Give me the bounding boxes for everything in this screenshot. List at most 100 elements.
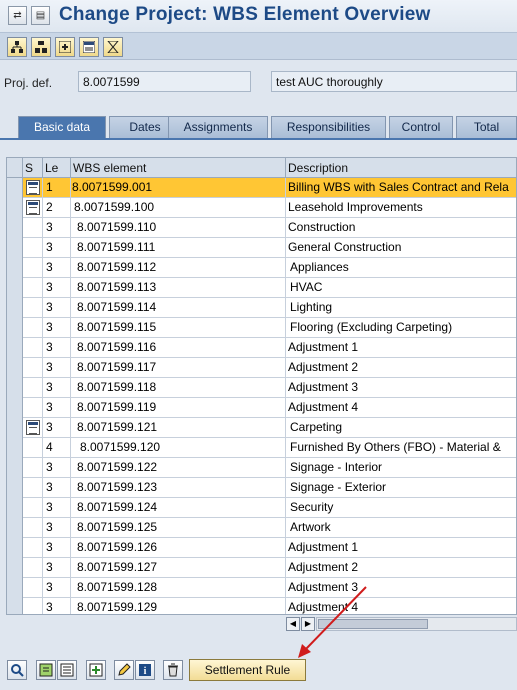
- details-icon[interactable]: [79, 37, 99, 57]
- table-row[interactable]: 3 8.0071599.110 Construction: [7, 218, 516, 238]
- table-row[interactable]: 3 8.0071599.124 Security: [7, 498, 516, 518]
- tab-assignments[interactable]: Assignments: [168, 116, 268, 138]
- row-selector[interactable]: [7, 558, 23, 578]
- description-cell[interactable]: Adjustment 3: [286, 378, 516, 398]
- proj-def-field[interactable]: 8.0071599: [78, 71, 251, 92]
- wbs-element-cell[interactable]: 8.0071599.122: [71, 458, 286, 478]
- row-selector[interactable]: [7, 258, 23, 278]
- row-selector[interactable]: [7, 478, 23, 498]
- description-cell[interactable]: Signage - Interior: [286, 458, 516, 478]
- description-cell[interactable]: Signage - Exterior: [286, 478, 516, 498]
- row-selector[interactable]: [7, 458, 23, 478]
- horizontal-scrollbar[interactable]: ◀ ▶: [286, 617, 517, 631]
- wbs-element-cell[interactable]: 8.0071599.114: [71, 298, 286, 318]
- description-cell[interactable]: HVAC: [286, 278, 516, 298]
- table-row[interactable]: 3 8.0071599.125 Artwork: [7, 518, 516, 538]
- row-selector[interactable]: [7, 338, 23, 358]
- table-row[interactable]: 3 8.0071599.127 Adjustment 2: [7, 558, 516, 578]
- description-cell[interactable]: Flooring (Excluding Carpeting): [286, 318, 516, 338]
- row-selector[interactable]: [7, 578, 23, 598]
- description-cell[interactable]: Adjustment 2: [286, 558, 516, 578]
- edit-icon[interactable]: [114, 660, 134, 680]
- table-row[interactable]: 1 8.0071599.001 Billing WBS with Sales Con…: [7, 178, 516, 198]
- wbs-element-cell[interactable]: 8.0071599.100: [71, 198, 286, 218]
- row-selector[interactable]: [7, 438, 23, 458]
- description-cell[interactable]: Adjustment 1: [286, 538, 516, 558]
- wbs-element-cell[interactable]: 8.0071599.125: [71, 518, 286, 538]
- wbs-element-cell[interactable]: 8.0071599.126: [71, 538, 286, 558]
- wbs-element-cell[interactable]: 8.0071599.121: [71, 418, 286, 438]
- wbs-detail-icon[interactable]: [26, 420, 40, 435]
- table-row[interactable]: 3 8.0071599.128 Adjustment 3: [7, 578, 516, 598]
- print-icon[interactable]: [57, 660, 77, 680]
- wbs-detail-icon[interactable]: [26, 180, 40, 195]
- header-select[interactable]: [7, 158, 23, 178]
- description-cell[interactable]: Leasehold Improvements: [286, 198, 516, 218]
- row-selector[interactable]: [7, 398, 23, 418]
- table-row[interactable]: 3 8.0071599.121 Carpeting: [7, 418, 516, 438]
- table-row[interactable]: 4 8.0071599.120 Furnished By Others (FBO) …: [7, 438, 516, 458]
- header-description[interactable]: Description: [286, 158, 516, 178]
- table-row[interactable]: 3 8.0071599.129 Adjustment 4: [7, 598, 516, 614]
- trash-icon[interactable]: [163, 660, 183, 680]
- wbs-element-cell[interactable]: 8.0071599.112: [71, 258, 286, 278]
- tab-responsibilities[interactable]: Responsibilities: [271, 116, 386, 138]
- description-cell[interactable]: Appliances: [286, 258, 516, 278]
- row-selector[interactable]: [7, 538, 23, 558]
- row-selector[interactable]: [7, 518, 23, 538]
- wbs-element-cell[interactable]: 8.0071599.120: [71, 438, 286, 458]
- scroll-left-icon[interactable]: ◀: [286, 617, 300, 631]
- hierarchy-icon[interactable]: [7, 37, 27, 57]
- description-cell[interactable]: Adjustment 4: [286, 598, 516, 614]
- wbs-element-cell[interactable]: 8.0071599.123: [71, 478, 286, 498]
- table-row[interactable]: 3 8.0071599.123 Signage - Exterior: [7, 478, 516, 498]
- description-cell[interactable]: Artwork: [286, 518, 516, 538]
- wbs-element-cell[interactable]: 8.0071599.110: [71, 218, 286, 238]
- document-icon[interactable]: ▤: [31, 6, 50, 25]
- wbs-element-cell[interactable]: 8.0071599.128: [71, 578, 286, 598]
- tab-total[interactable]: Total: [456, 116, 517, 138]
- row-selector[interactable]: [7, 318, 23, 338]
- scroll-right-icon[interactable]: ▶: [301, 617, 315, 631]
- wbs-detail-icon[interactable]: [26, 200, 40, 215]
- row-selector[interactable]: [7, 358, 23, 378]
- table-row[interactable]: 3 8.0071599.114 Lighting: [7, 298, 516, 318]
- row-selector[interactable]: [7, 238, 23, 258]
- row-selector[interactable]: [7, 298, 23, 318]
- hourglass-icon[interactable]: [103, 37, 123, 57]
- description-cell[interactable]: Adjustment 2: [286, 358, 516, 378]
- header-level[interactable]: Le: [43, 158, 71, 178]
- table-row[interactable]: 3 8.0071599.111 General Construction: [7, 238, 516, 258]
- wbs-element-cell[interactable]: 8.0071599.127: [71, 558, 286, 578]
- table-row[interactable]: 3 8.0071599.115 Flooring (Excluding Carpet…: [7, 318, 516, 338]
- wbs-element-cell[interactable]: 8.0071599.001: [71, 178, 286, 198]
- wbs-element-cell[interactable]: 8.0071599.113: [71, 278, 286, 298]
- wbs-element-cell[interactable]: 8.0071599.118: [71, 378, 286, 398]
- export-icon[interactable]: [36, 660, 56, 680]
- row-selector[interactable]: [7, 218, 23, 238]
- scroll-track[interactable]: [316, 617, 517, 631]
- proj-description-field[interactable]: test AUC thoroughly: [271, 71, 517, 92]
- header-status[interactable]: S: [23, 158, 43, 178]
- table-row[interactable]: 3 8.0071599.122 Signage - Interior: [7, 458, 516, 478]
- table-row[interactable]: 3 8.0071599.112 Appliances: [7, 258, 516, 278]
- wbs-element-cell[interactable]: 8.0071599.116: [71, 338, 286, 358]
- wbs-element-cell[interactable]: 8.0071599.111: [71, 238, 286, 258]
- description-cell[interactable]: Adjustment 3: [286, 578, 516, 598]
- row-selector[interactable]: [7, 178, 23, 198]
- table-row[interactable]: 3 8.0071599.116 Adjustment 1: [7, 338, 516, 358]
- table-row[interactable]: 3 8.0071599.126 Adjustment 1: [7, 538, 516, 558]
- add-row-icon[interactable]: [86, 660, 106, 680]
- row-selector[interactable]: [7, 598, 23, 614]
- magnifier-icon[interactable]: [7, 660, 27, 680]
- row-selector[interactable]: [7, 278, 23, 298]
- description-cell[interactable]: Construction: [286, 218, 516, 238]
- tab-control[interactable]: Control: [389, 116, 453, 138]
- insert-icon[interactable]: [55, 37, 75, 57]
- wbs-element-cell[interactable]: 8.0071599.124: [71, 498, 286, 518]
- header-wbs-element[interactable]: WBS element: [71, 158, 286, 178]
- table-row[interactable]: 3 8.0071599.113 HVAC: [7, 278, 516, 298]
- wbs-element-cell[interactable]: 8.0071599.129: [71, 598, 286, 614]
- description-cell[interactable]: Lighting: [286, 298, 516, 318]
- description-cell[interactable]: Adjustment 1: [286, 338, 516, 358]
